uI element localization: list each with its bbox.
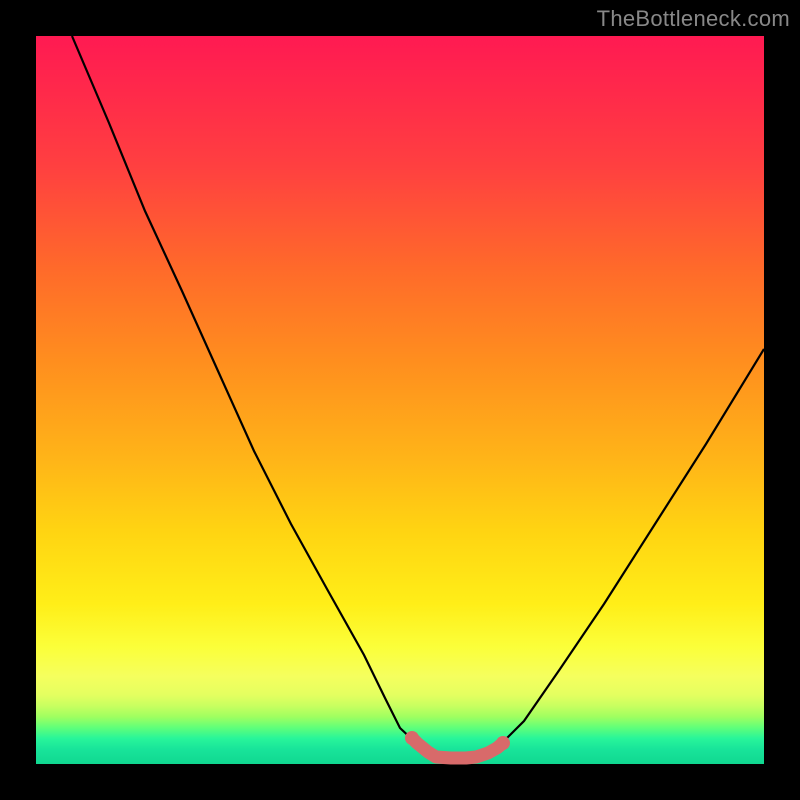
- bottleneck-curve: [72, 36, 764, 757]
- highlight-dot-left: [405, 731, 419, 745]
- highlight-dot-right: [496, 736, 510, 750]
- chart-frame: TheBottleneck.com: [0, 0, 800, 800]
- highlight-segment: [412, 738, 503, 758]
- watermark-text: TheBottleneck.com: [597, 6, 790, 32]
- plot-area: [36, 36, 764, 764]
- curve-layer: [36, 36, 764, 764]
